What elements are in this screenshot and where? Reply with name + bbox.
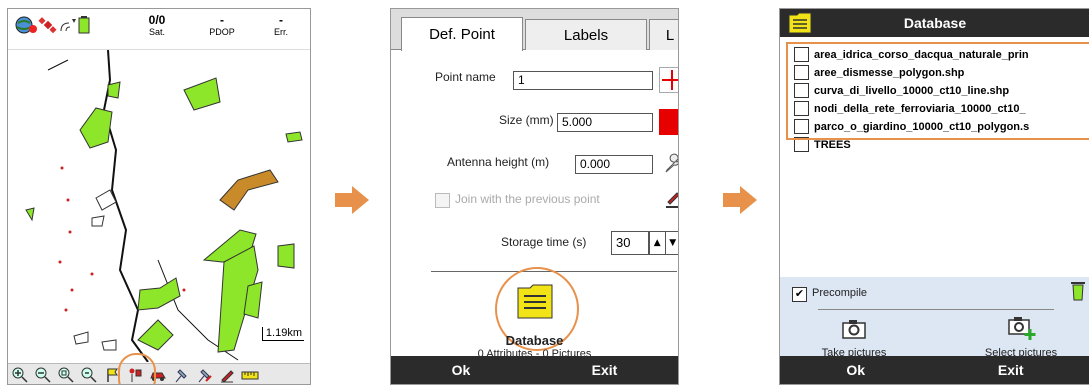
green-area (183, 77, 221, 111)
size-label: Size (mm) (499, 113, 554, 127)
map-screen: 0/0 Sat. - PDOP - Err. 1.19km (7, 8, 311, 385)
wrench-icon[interactable] (663, 153, 679, 173)
green-area (285, 131, 303, 143)
pencil-icon[interactable] (215, 365, 238, 384)
satellite-icon[interactable] (38, 15, 58, 35)
antenna-height-label: Antenna height (m) (447, 155, 550, 169)
pin-edit-icon[interactable] (192, 365, 215, 384)
tab-l[interactable]: L (649, 19, 678, 50)
ok-button[interactable]: Ok (452, 362, 471, 378)
pin-icon[interactable] (169, 365, 192, 384)
err-value: - (279, 13, 283, 27)
err-label: Err. (273, 27, 288, 37)
pdop-label: PDOP (209, 27, 235, 37)
zoom-out-icon[interactable] (31, 365, 54, 384)
next-step-arrow-icon (723, 186, 757, 214)
database-label: Database (505, 333, 564, 348)
divider (818, 309, 1054, 310)
ruler-icon[interactable] (238, 365, 261, 384)
map-scale: 1.19km (261, 327, 304, 341)
map-canvas[interactable] (8, 50, 310, 362)
size-input[interactable]: 5.000 (557, 113, 653, 132)
database-screen: Database area_idrica_corso_dacqua_natura… (779, 8, 1089, 385)
green-area (79, 107, 113, 149)
edit-line-icon[interactable] (663, 189, 679, 209)
green-area (137, 277, 181, 311)
pdop-value: - (220, 13, 224, 27)
spinner-down-icon[interactable]: ▼ (666, 232, 679, 254)
title-bar: Database (780, 9, 1089, 37)
exit-button[interactable]: Exit (998, 362, 1024, 378)
precompile-checkbox[interactable]: ✔ (792, 287, 807, 302)
sat-value: 0/0 (148, 13, 166, 27)
green-area (137, 319, 174, 351)
precompile-label: Precompile (812, 287, 868, 299)
point-symbol-icon[interactable] (659, 67, 679, 93)
pdop-status: - PDOP (204, 13, 240, 37)
symbol-color-swatch[interactable] (659, 109, 678, 135)
storage-time-spinner[interactable]: ▲ ▼ (649, 231, 679, 255)
softkey-bar: Ok Exit (780, 356, 1089, 384)
green-area (277, 243, 295, 269)
map-toolbar (8, 363, 310, 384)
battery-icon (78, 16, 90, 34)
tab-labels[interactable]: Labels (525, 19, 647, 50)
softkey-bar: Ok Exit (391, 356, 678, 384)
point-name-input[interactable]: 1 (513, 71, 653, 90)
next-step-arrow-icon (335, 186, 369, 214)
antenna-height-input[interactable]: 0.000 (575, 155, 653, 174)
sat-label: Sat. (148, 27, 165, 37)
zoom-in-icon[interactable] (8, 365, 31, 384)
tab-strip: Def. Point Labels L (391, 9, 678, 51)
define-point-screen: Def. Point Labels L Point name 1 Size (m… (390, 8, 679, 385)
tab-def-point[interactable]: Def. Point (401, 17, 523, 51)
join-previous-checkbox[interactable] (435, 193, 450, 208)
error-status: - Err. (266, 13, 296, 37)
green-area (25, 207, 35, 222)
gps-status-bar: 0/0 Sat. - PDOP - Err. (8, 9, 310, 50)
globe-icon[interactable] (14, 15, 38, 35)
point-name-label: Point name (435, 70, 496, 84)
zoom-extent-icon[interactable] (77, 365, 100, 384)
spinner-up-icon[interactable]: ▲ (650, 232, 666, 254)
zoom-window-icon[interactable] (54, 365, 77, 384)
join-previous-label: Join with the previous point (455, 192, 600, 206)
green-area (107, 81, 121, 99)
signal-icon (60, 19, 76, 32)
camera-icon (842, 320, 866, 339)
camera-add-icon (1008, 317, 1036, 340)
parcel-outline (73, 189, 117, 351)
exit-button[interactable]: Exit (592, 362, 618, 378)
layer-name: TREES (814, 138, 851, 151)
screen-title: Database (903, 15, 967, 31)
storage-time-label: Storage time (s) (501, 235, 587, 249)
layers-highlight (786, 42, 1089, 140)
flag-tool-highlight (118, 353, 156, 384)
trash-icon[interactable] (1070, 279, 1086, 301)
brown-area (219, 169, 279, 211)
ok-button[interactable]: Ok (846, 362, 865, 378)
storage-time-input[interactable]: 30 (611, 231, 649, 255)
satellite-count: 0/0 Sat. (142, 13, 172, 37)
